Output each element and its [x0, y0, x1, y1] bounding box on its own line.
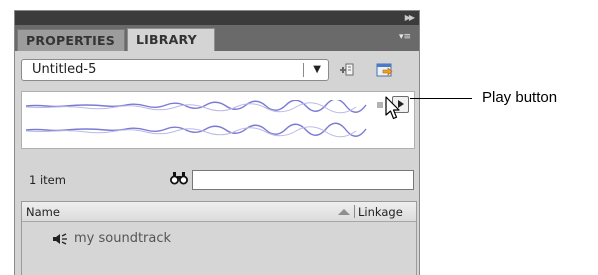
collapse-panel-icon[interactable]: ▶▶ — [405, 13, 415, 23]
stop-button[interactable] — [377, 102, 383, 108]
waveform — [26, 100, 367, 138]
select-divider — [303, 63, 304, 77]
column-divider[interactable] — [354, 205, 355, 218]
column-header-linkage[interactable]: Linkage — [358, 205, 403, 219]
list-item-label: my soundtrack — [74, 231, 172, 246]
column-header-name[interactable]: Name — [26, 205, 60, 219]
item-count: 1 item — [29, 173, 66, 187]
tab-library[interactable]: LIBRARY — [127, 28, 215, 51]
sound-preview-window — [21, 91, 415, 149]
search-input[interactable] — [192, 170, 414, 190]
document-select-value: Untitled-5 — [32, 62, 97, 77]
callout-leader-line — [410, 98, 472, 99]
mouse-cursor-icon — [385, 96, 400, 120]
chevron-down-icon[interactable]: ▼ — [313, 62, 321, 78]
callout-label: Play button — [482, 89, 558, 106]
document-select[interactable]: Untitled-5 ▼ — [21, 59, 329, 81]
library-item-list: Name Linkage my soundtrack — [21, 201, 417, 275]
panel-tab-bar: PROPERTIES LIBRARY ▾≡ — [15, 25, 419, 51]
panel-menu-icon[interactable]: ▾≡ — [399, 31, 411, 43]
library-panel: ▶▶ PROPERTIES LIBRARY ▾≡ Untitled-5 ▼ 1 … — [14, 10, 420, 275]
sound-speaker-icon — [53, 233, 67, 245]
sort-ascending-icon[interactable] — [338, 209, 350, 215]
panel-top-bar: ▶▶ — [15, 11, 419, 25]
new-library-panel-icon[interactable] — [375, 61, 395, 79]
tab-properties[interactable]: PROPERTIES — [17, 29, 125, 51]
list-item[interactable]: my soundtrack — [22, 230, 416, 250]
pin-library-icon[interactable] — [339, 62, 357, 78]
binoculars-icon — [170, 172, 188, 185]
list-header: Name Linkage — [22, 202, 416, 222]
